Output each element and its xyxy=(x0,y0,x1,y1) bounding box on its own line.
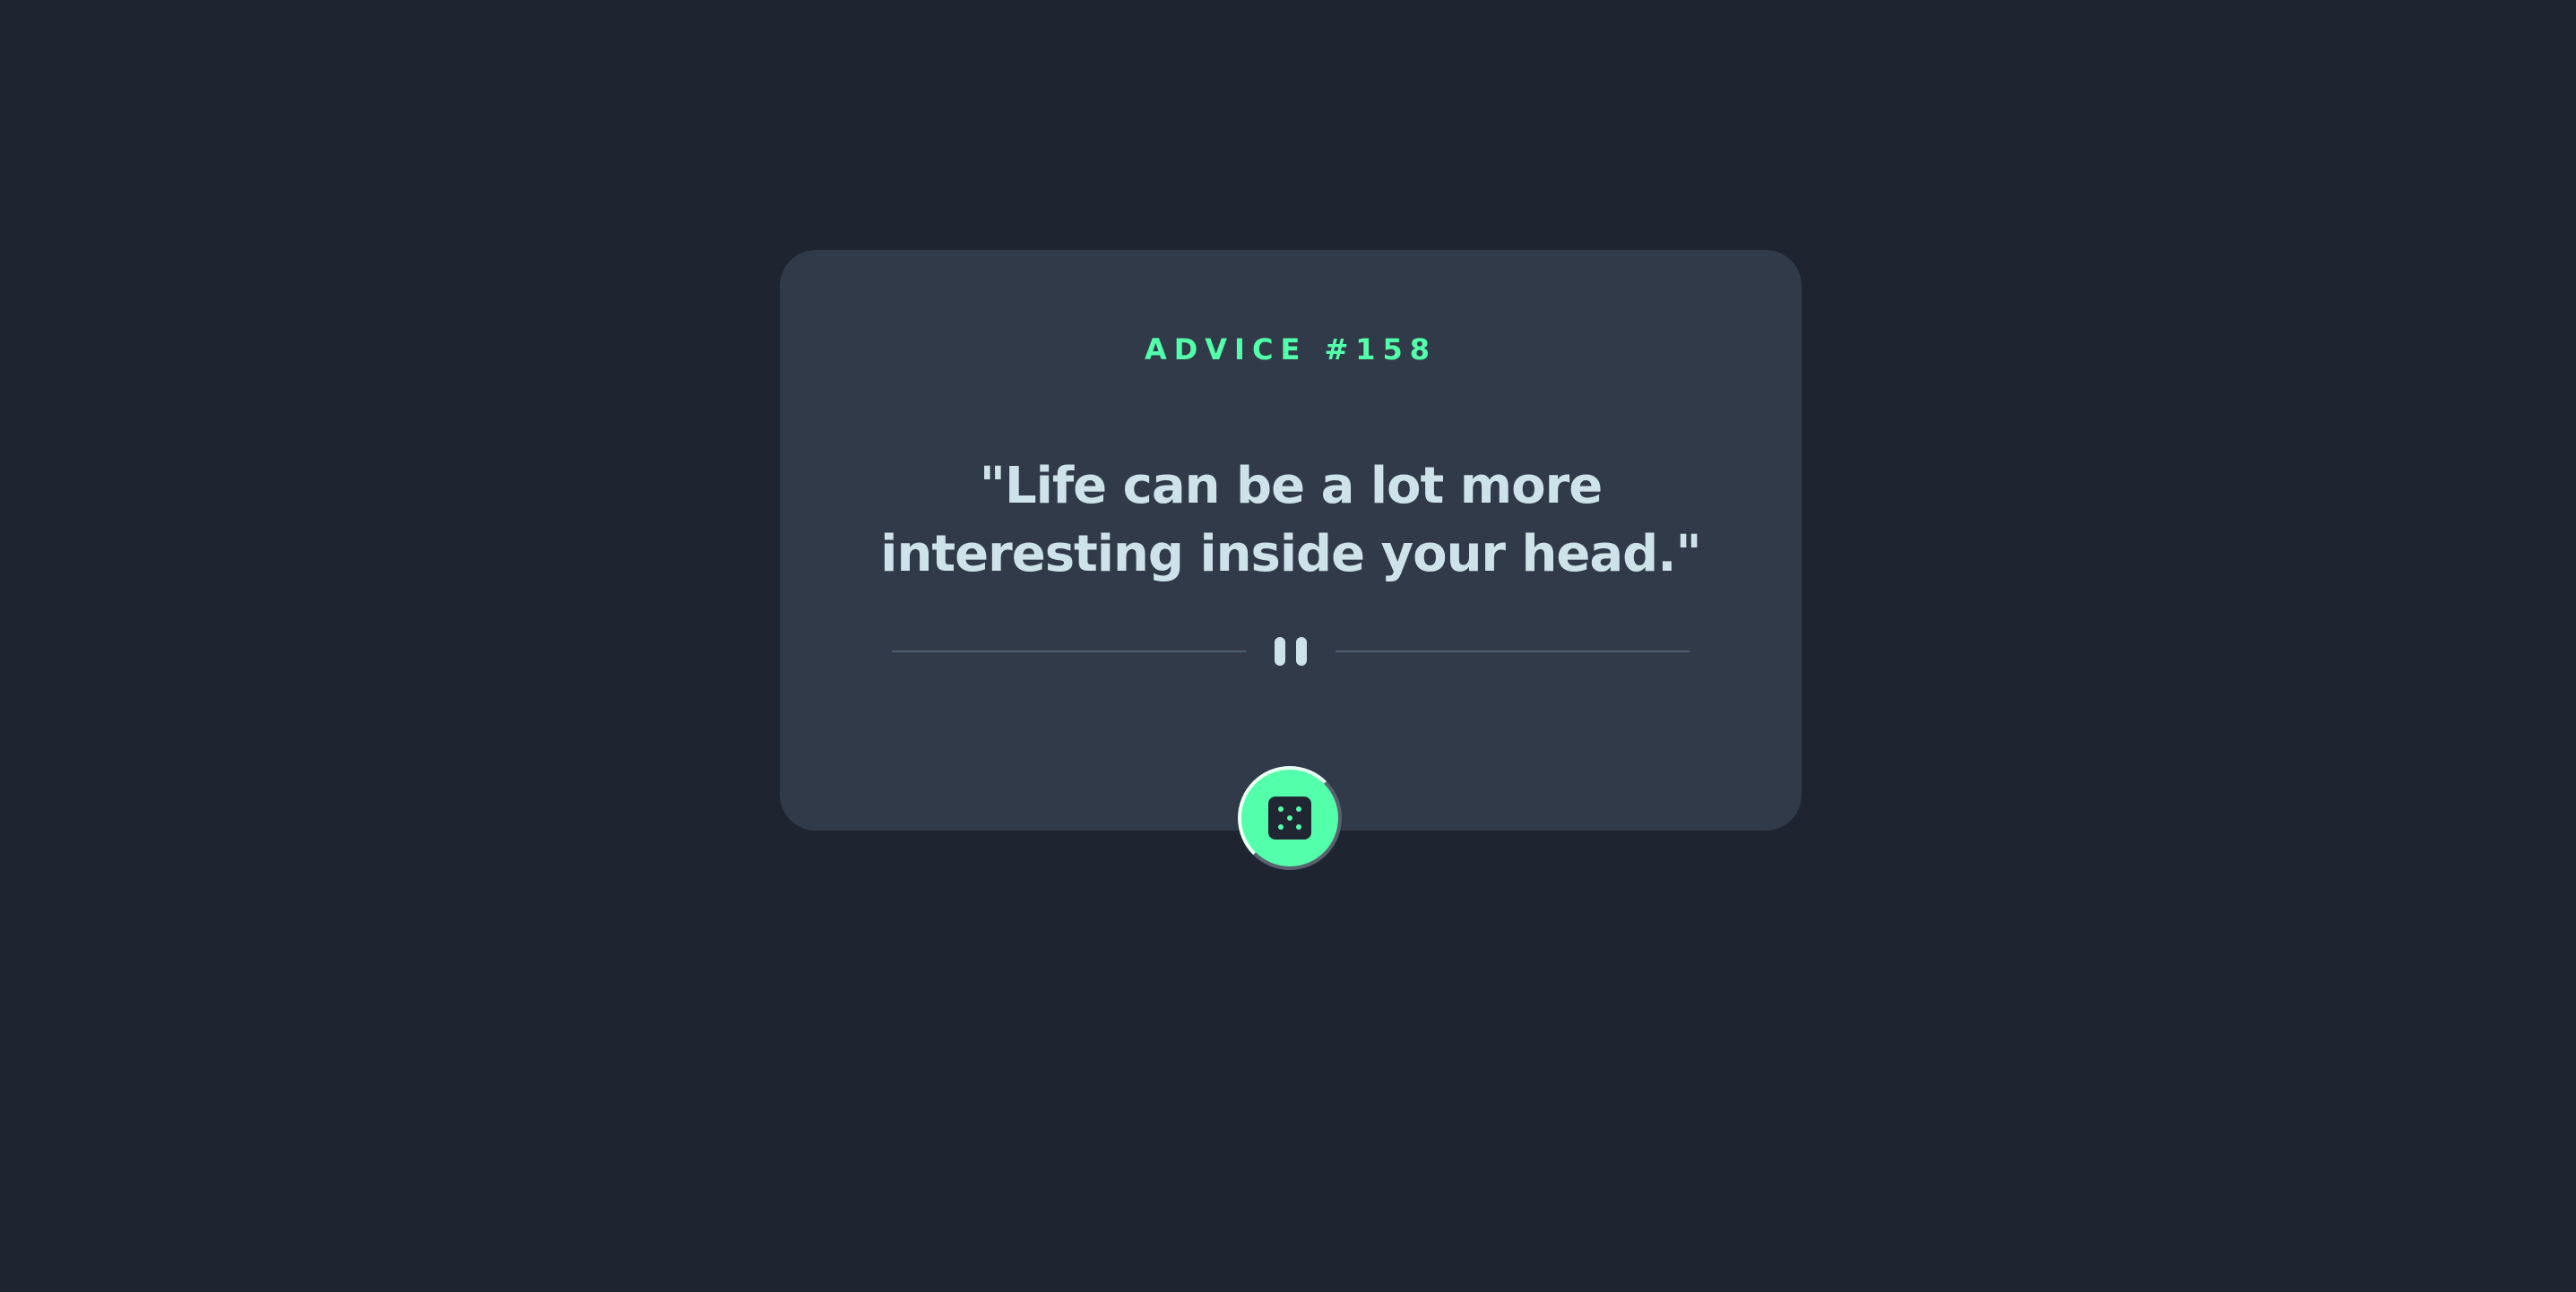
advice-quote: "Life can be a lot more interesting insi… xyxy=(880,457,1701,583)
advice-label: ADVICE #158 xyxy=(1144,332,1438,366)
advice-app: ADVICE #158 "Life can be a lot more inte… xyxy=(0,0,2576,1292)
advice-card: ADVICE #158 "Life can be a lot more inte… xyxy=(780,250,1802,831)
pause-icon xyxy=(1275,637,1307,666)
dice-icon xyxy=(1268,797,1311,840)
divider-line-right xyxy=(1336,650,1690,652)
new-advice-button[interactable] xyxy=(1238,766,1342,870)
divider-line-left xyxy=(892,650,1246,652)
divider xyxy=(892,635,1690,668)
